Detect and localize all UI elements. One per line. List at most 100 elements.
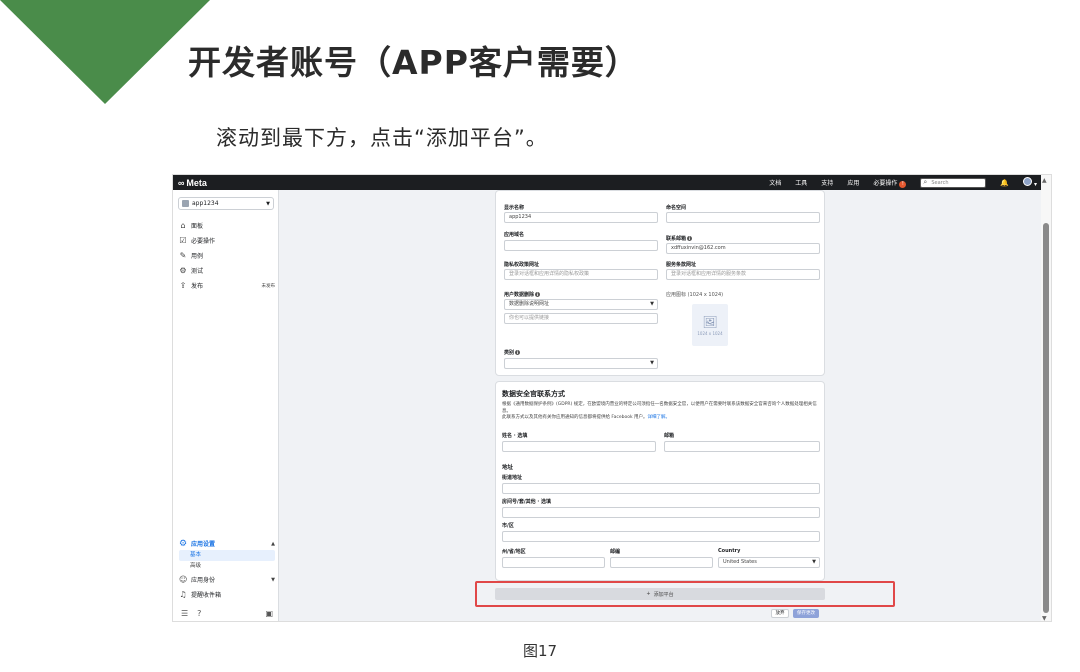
dpo-notice-text: 此联系方式以及其他有关你应用通知的信息都将提供给 Facebook 用户。 xyxy=(502,415,648,420)
chevron-down-icon: ▼ xyxy=(271,576,275,583)
basic-settings-card: 显示名称 app1234 命名空间 应用域名 联系邮箱 i xdffuxinvin… xyxy=(495,190,825,376)
collapse-icon[interactable]: ▣ xyxy=(265,609,273,618)
display-name-input[interactable]: app1234 xyxy=(504,212,658,223)
zip-label: 邮编 xyxy=(610,549,621,555)
user-icon: ☺ xyxy=(179,575,188,584)
sidebar-item-testing[interactable]: ⚙ 测试 xyxy=(179,263,275,278)
namespace-label: 命名空间 xyxy=(666,205,687,211)
user-data-deletion-label: 用户数据删除 i xyxy=(504,291,541,298)
city-label: 市/区 xyxy=(502,523,514,529)
sidebar-item-publish[interactable]: ⇪ 发布 未发布 xyxy=(179,278,275,293)
discard-button[interactable]: 放弃 xyxy=(771,609,789,618)
contact-email-label-text: 联系邮箱 xyxy=(666,236,687,242)
address-heading: 地址 xyxy=(502,465,514,471)
sidebar-item-label: 必要操作 xyxy=(191,238,216,245)
contact-email-label: 联系邮箱 i xyxy=(666,235,693,242)
scroll-up-icon[interactable]: ▲ xyxy=(1042,177,1047,184)
help-icon[interactable]: ? xyxy=(197,609,201,618)
sidebar-subitem-advanced[interactable]: 高级 xyxy=(179,561,275,572)
chevron-down-icon: ▾ xyxy=(1033,181,1037,188)
state-input[interactable] xyxy=(502,557,605,568)
pencil-icon: ✎ xyxy=(179,251,187,260)
publish-icon: ⇪ xyxy=(179,281,187,290)
list-icon[interactable]: ☰ xyxy=(181,609,188,618)
learn-more-link[interactable]: 详细了解。 xyxy=(648,415,671,420)
namespace-input[interactable] xyxy=(666,212,820,223)
slide-subtitle: 滚动到最下方，点击“添加平台”。 xyxy=(216,126,548,150)
category-select[interactable]: ▼ xyxy=(504,358,658,369)
nav-apps[interactable]: 应用 xyxy=(847,178,859,187)
dpo-description: 根据《通用数据保护条例》(GDPR) 规定，在欧盟境内营业的特定公司须指任一名数… xyxy=(502,402,820,422)
info-icon: i xyxy=(687,236,693,241)
user-data-deletion-select-value: 数据删除说明网址 xyxy=(509,301,550,307)
bell-icon: ♫ xyxy=(179,590,187,599)
nav-support[interactable]: 支持 xyxy=(821,178,833,187)
sidebar-item-label: 面板 xyxy=(191,223,204,230)
dpo-email-input[interactable] xyxy=(664,441,820,452)
gear-icon: ⚙ xyxy=(179,538,188,549)
info-icon: i xyxy=(515,350,521,355)
app-domain-label: 应用域名 xyxy=(504,232,525,238)
sidebar-item-label: 发布 xyxy=(191,283,204,290)
category-label: 类别 i xyxy=(504,349,521,356)
sidebar-item-alerts-inbox[interactable]: ♫ 提醒收件箱 xyxy=(179,587,275,602)
sidebar-item-label: 应用设置 xyxy=(191,541,216,548)
nav-docs[interactable]: 文档 xyxy=(769,178,781,187)
apartment-input[interactable] xyxy=(502,507,820,518)
sidebar: app1234 ▼ ⌂ 面板 ☑ 必要操作 ✎ 用例 ⚙ 测试 ⇪ 发布 未发布… xyxy=(173,190,279,621)
sidebar-item-label: 用例 xyxy=(191,253,204,260)
city-input[interactable] xyxy=(502,531,820,542)
figure-caption: 图17 xyxy=(522,642,558,660)
sidebar-item-app-settings[interactable]: ⚙ 应用设置 ▲ xyxy=(179,537,275,550)
image-placeholder-icon: 🖼 xyxy=(702,314,718,329)
app-icon-label: 应用图标 (1024 x 1024) xyxy=(666,292,724,298)
street-label: 街道地址 xyxy=(502,475,523,481)
state-label: 州/省/地区 xyxy=(502,549,526,555)
user-data-deletion-select[interactable]: 数据删除说明网址 ▼ xyxy=(504,299,658,310)
vertical-scrollbar[interactable]: ▲ ▼ xyxy=(1041,175,1051,621)
sidebar-nav: ⌂ 面板 ☑ 必要操作 ✎ 用例 ⚙ 测试 ⇪ 发布 未发布 xyxy=(179,218,275,293)
privacy-policy-input[interactable]: 登录对话框和应用详情的隐私权政策 xyxy=(504,269,658,280)
sidebar-item-dashboard[interactable]: ⌂ 面板 xyxy=(179,218,275,233)
app-selector[interactable]: app1234 ▼ xyxy=(178,197,274,210)
caret-down-icon: ▼ xyxy=(812,559,816,565)
caret-down-icon: ▼ xyxy=(650,301,654,307)
top-nav: 文档 工具 支持 应用 必要操作! Search 🔔 ▾ xyxy=(769,177,1043,188)
sidebar-subitem-basic[interactable]: 基本 xyxy=(179,550,275,561)
slide-title: 开发者账号（APP客户需要） xyxy=(188,43,639,82)
bell-icon[interactable]: 🔔 xyxy=(1000,179,1009,187)
privacy-policy-label: 隐私权政策网址 xyxy=(504,262,540,268)
contact-email-input[interactable]: xdffuxinvin@162.com xyxy=(666,243,820,254)
user-data-deletion-url-input[interactable]: 你也可以提供链接 xyxy=(504,313,658,324)
dpo-name-input[interactable] xyxy=(502,441,656,452)
street-input[interactable] xyxy=(502,483,820,494)
scrollbar-thumb[interactable] xyxy=(1043,223,1049,613)
terms-of-service-input[interactable]: 登录对话框和应用详情的服务条款 xyxy=(666,269,820,280)
sidebar-item-use-cases[interactable]: ✎ 用例 xyxy=(179,248,275,263)
app-settings-section: ⚙ 应用设置 ▲ 基本 高级 ☺ 应用身份 ▼ ♫ 提醒收件箱 xyxy=(179,537,275,602)
sidebar-item-label: 应用身份 xyxy=(191,577,216,584)
developer-console-screenshot: ∞ Meta 文档 工具 支持 应用 必要操作! Search 🔔 ▾ ▲ ▼ … xyxy=(172,174,1052,622)
sidebar-item-required-actions[interactable]: ☑ 必要操作 xyxy=(179,233,275,248)
unpublished-badge: 未发布 xyxy=(261,283,276,289)
country-select[interactable]: United States ▼ xyxy=(718,557,820,568)
meta-logo[interactable]: ∞ Meta xyxy=(178,178,207,188)
sidebar-item-app-roles[interactable]: ☺ 应用身份 ▼ xyxy=(179,572,275,587)
user-data-deletion-label-text: 用户数据删除 xyxy=(504,292,535,298)
sidebar-item-label: 提醒收件箱 xyxy=(191,592,222,599)
sidebar-item-label: 测试 xyxy=(191,268,204,275)
info-icon: i xyxy=(535,292,541,297)
dpo-description-text: 根据《通用数据保护条例》(GDPR) 规定，在欧盟境内营业的特定公司须指任一名数… xyxy=(502,402,817,414)
search-input[interactable]: Search xyxy=(920,177,987,188)
app-icon-upload[interactable]: 🖼 1024 x 1024 xyxy=(692,304,728,346)
top-bar: ∞ Meta 文档 工具 支持 应用 必要操作! Search 🔔 ▾ xyxy=(173,175,1043,190)
country-select-value: United States xyxy=(723,559,757,565)
zip-input[interactable] xyxy=(610,557,713,568)
app-domain-input[interactable] xyxy=(504,240,658,251)
save-changes-button[interactable]: 保存更改 xyxy=(793,609,819,618)
scroll-down-icon[interactable]: ▼ xyxy=(1042,615,1047,621)
nav-required-actions[interactable]: 必要操作! xyxy=(873,178,907,188)
account-menu[interactable]: ▾ xyxy=(1023,177,1037,188)
caret-down-icon: ▼ xyxy=(266,200,270,207)
nav-tools[interactable]: 工具 xyxy=(795,178,807,187)
